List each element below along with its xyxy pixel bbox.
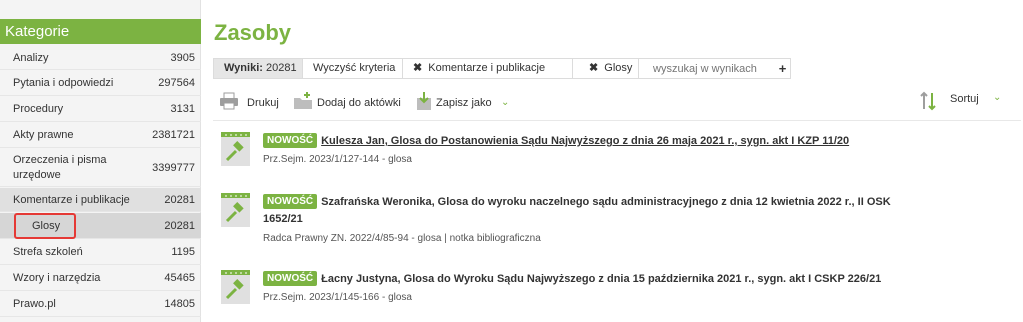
save-as-button[interactable]: Zapisz jako ⌄ [415, 90, 515, 112]
new-badge: NOWOŚĆ [263, 271, 318, 286]
category-item-komentarze[interactable]: Komentarze i publikacje 20281 [0, 188, 201, 212]
result-title-link[interactable]: NOWOŚĆ Łacny Justyna, Glosa do Wyroku Sąd… [263, 270, 881, 288]
result-item: NOWOŚĆ Kulesza Jan, Glosa do Postanowieni… [221, 132, 1001, 182]
gavel-document-icon [221, 132, 250, 166]
category-item-wzory[interactable]: Wzory i narzędzia 45465 [0, 266, 201, 291]
filter-bar: Wyniki: 20281 Wyczyść kryteria ✖ Komenta… [213, 58, 791, 79]
result-item: NOWOŚĆ Łacny Justyna, Glosa do Wyroku Sąd… [221, 270, 1001, 320]
category-label: Komentarze i publikacje [13, 194, 130, 206]
add-label: Dodaj do aktówki [317, 97, 401, 109]
result-item: NOWOŚĆ Szafrańska Weronika, Glosa do wyro… [221, 193, 1001, 253]
remove-chip-icon[interactable]: ✖ [413, 62, 422, 74]
result-meta: Radca Prawny ZN. 2022/4/85-94 - glosa | … [263, 233, 541, 244]
result-title: Kulesza Jan, Glosa do Postanowienia Sądu… [321, 135, 850, 147]
filter-chip-label: Glosy [604, 62, 633, 74]
main-content: Zasoby Wyniki: 20281 Wyczyść kryteria ✖ … [201, 0, 1023, 322]
sidebar-header: Kategorie [0, 19, 201, 44]
category-count: 3905 [170, 52, 195, 64]
category-item-analizy[interactable]: Analizy 3905 [0, 46, 201, 70]
filter-chip-glosy[interactable]: ✖ Glosy [572, 59, 638, 78]
category-label: Strefa szkoleń [13, 246, 83, 258]
remove-chip-icon[interactable]: ✖ [589, 62, 598, 74]
printer-icon [220, 92, 238, 110]
new-badge: NOWOŚĆ [263, 194, 318, 209]
result-title-link[interactable]: NOWOŚĆ Kulesza Jan, Glosa do Postanowieni… [263, 132, 849, 150]
category-item-pytania[interactable]: Pytania i odpowiedzi 297564 [0, 71, 201, 96]
category-label: Prawo.pl [13, 298, 56, 310]
page-title: Zasoby [214, 20, 292, 45]
category-count: 297564 [158, 77, 195, 89]
category-item-prawo-pl[interactable]: Prawo.pl 14805 [0, 292, 201, 317]
category-label: Pytania i odpowiedzi [13, 77, 114, 89]
category-count: 14805 [164, 298, 195, 310]
new-badge: NOWOŚĆ [263, 133, 318, 148]
category-label: Analizy [13, 52, 49, 64]
divider [213, 120, 1021, 121]
category-label: Orzeczenia i pisma [13, 154, 107, 166]
sort-control[interactable]: Sortuj ⌄ [919, 90, 1019, 112]
results-count: Wyniki: 20281 [214, 59, 302, 78]
result-meta: Prz.Sejm. 2023/1/127-144 - glosa [263, 154, 412, 165]
gavel-document-icon [221, 270, 250, 304]
category-sidebar: Kategorie Analizy 3905 Pytania i odpowie… [0, 0, 201, 322]
print-label: Drukuj [247, 97, 279, 109]
add-criteria-button[interactable]: + [774, 59, 791, 78]
result-title-line2[interactable]: 1652/21 [263, 210, 303, 228]
briefcase-icon [294, 92, 312, 109]
category-item-akty-prawne[interactable]: Akty prawne 2381721 [0, 123, 201, 148]
filter-chip-komentarze[interactable]: ✖ Komentarze i publikacje [402, 59, 572, 78]
category-label: Akty prawne [13, 129, 74, 141]
category-item-procedury[interactable]: Procedury 3131 [0, 97, 201, 122]
category-label-line2: urzędowe [13, 169, 61, 181]
category-label: Wzory i narzędzia [13, 272, 101, 284]
result-title: Łacny Justyna, Glosa do Wyroku Sądu Najw… [321, 273, 882, 285]
highlight-annotation [14, 213, 76, 239]
category-count: 1195 [171, 246, 195, 258]
sort-label: Sortuj [950, 93, 979, 105]
category-count: 2381721 [152, 129, 195, 141]
category-item-orzeczenia[interactable]: Orzeczenia i pisma urzędowe 3399777 [0, 149, 201, 187]
category-item-strefa-szkolen[interactable]: Strefa szkoleń 1195 [0, 240, 201, 265]
category-count: 20281 [164, 194, 195, 206]
clear-criteria-button[interactable]: Wyczyść kryteria [302, 59, 402, 78]
filter-chip-label: Komentarze i publikacje [428, 62, 546, 74]
gavel-document-icon [221, 193, 250, 227]
category-count: 3131 [170, 103, 195, 115]
page: Kategorie Analizy 3905 Pytania i odpowie… [0, 0, 1023, 322]
print-button[interactable]: Drukuj [219, 90, 289, 112]
result-meta: Prz.Sejm. 2023/1/145-166 - glosa [263, 292, 412, 303]
result-title-link[interactable]: NOWOŚĆ Szafrańska Weronika, Glosa do wyro… [263, 193, 891, 211]
result-title: Szafrańska Weronika, Glosa do wyroku nac… [321, 196, 891, 208]
category-count: 45465 [164, 272, 195, 284]
save-icon [417, 92, 431, 110]
category-count: 20281 [164, 220, 195, 232]
save-label: Zapisz jako [436, 97, 492, 109]
results-value: 20281 [265, 62, 297, 74]
chevron-down-icon[interactable]: ⌄ [993, 92, 1001, 103]
add-to-briefcase-button[interactable]: Dodaj do aktówki [292, 90, 412, 112]
search-in-results-input[interactable] [638, 59, 774, 78]
sort-icon [920, 91, 936, 111]
chevron-down-icon[interactable]: ⌄ [501, 93, 509, 113]
category-count: 3399777 [152, 162, 195, 174]
results-label: Wyniki: [224, 62, 263, 74]
category-label: Procedury [13, 103, 64, 115]
